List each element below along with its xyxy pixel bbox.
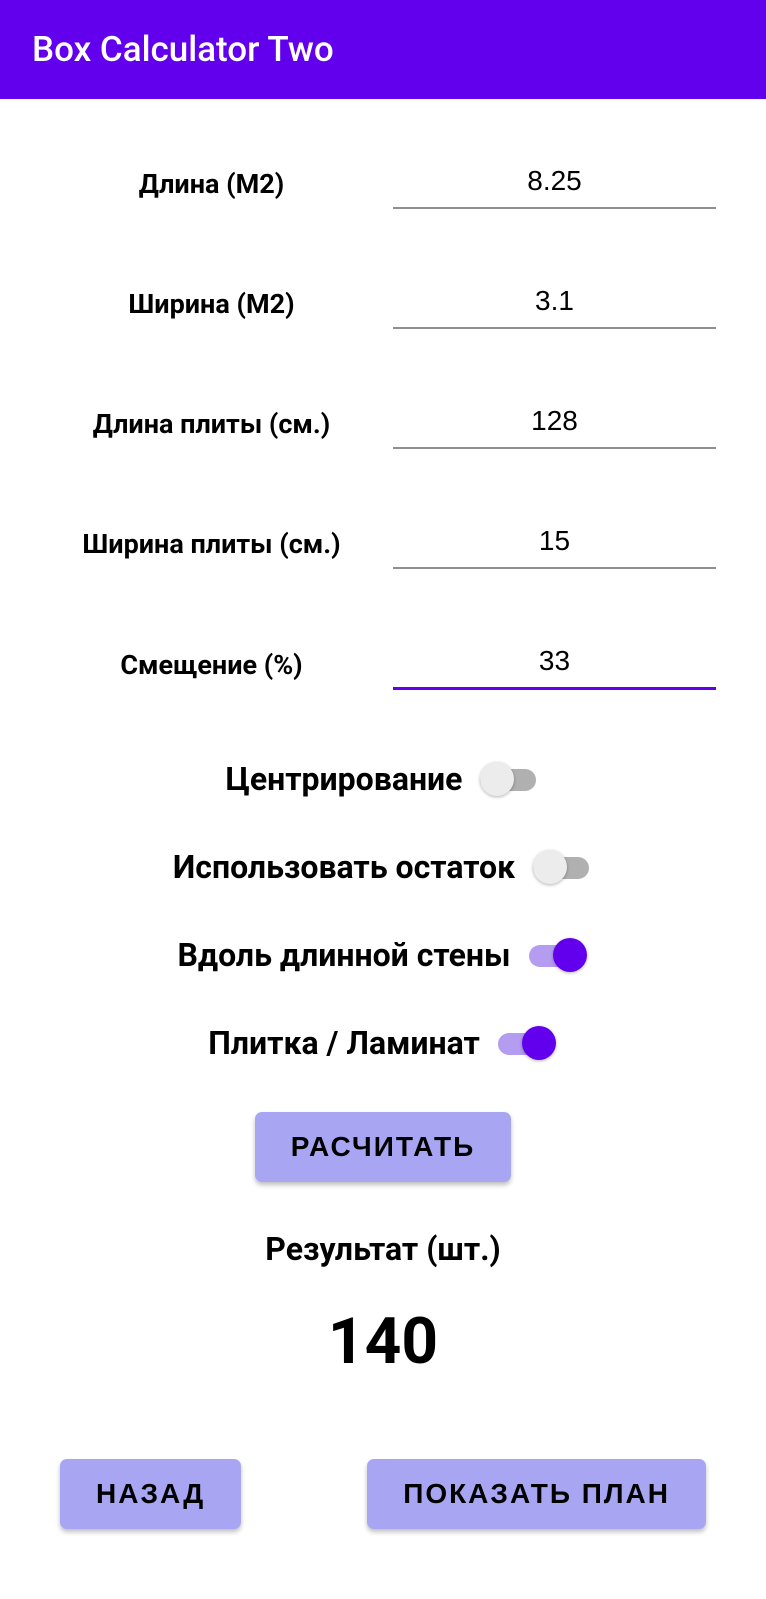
show-plan-button[interactable]: ПОКАЗАТЬ ПЛАН	[367, 1459, 706, 1529]
back-button[interactable]: НАЗАД	[60, 1459, 241, 1529]
result-value: 140	[50, 1304, 716, 1379]
result-label: Результат (шт.)	[50, 1230, 716, 1268]
label-width: Ширина (М2)	[50, 288, 373, 320]
switch-centering[interactable]	[480, 762, 540, 796]
row-length: Длина (М2)	[50, 159, 716, 209]
input-width[interactable]	[393, 279, 716, 329]
row-tile-length: Длина плиты (см.)	[50, 399, 716, 449]
toggle-label-along-long-wall: Вдоль длинной стены	[177, 936, 510, 974]
toggle-row-along-long-wall: Вдоль длинной стены	[50, 936, 716, 974]
bottom-buttons: НАЗАД ПОКАЗАТЬ ПЛАН	[0, 1459, 766, 1529]
toggle-label-centering: Центрирование	[226, 760, 463, 798]
input-offset[interactable]	[393, 639, 716, 690]
label-tile-length: Длина плиты (см.)	[50, 408, 373, 440]
main-content: Длина (М2) Ширина (М2) Длина плиты (см.)…	[0, 99, 766, 1379]
toggle-row-centering: Центрирование	[50, 760, 716, 798]
app-bar: Box Calculator Two	[0, 0, 766, 99]
input-length[interactable]	[393, 159, 716, 209]
toggle-label-use-remainder: Использовать остаток	[173, 848, 515, 886]
app-title: Box Calculator Two	[32, 29, 334, 70]
label-length: Длина (М2)	[50, 168, 373, 200]
label-tile-width: Ширина плиты (см.)	[50, 528, 373, 560]
calculate-button[interactable]: РАСЧИТАТЬ	[255, 1112, 511, 1182]
switch-use-remainder[interactable]	[533, 850, 593, 884]
label-offset: Смещение (%)	[50, 649, 373, 681]
toggle-label-tile-laminate: Плитка / Ламинат	[208, 1024, 480, 1062]
row-tile-width: Ширина плиты (см.)	[50, 519, 716, 569]
input-tile-width[interactable]	[393, 519, 716, 569]
switch-along-long-wall[interactable]	[529, 938, 589, 972]
row-offset: Смещение (%)	[50, 639, 716, 690]
switch-tile-laminate[interactable]	[498, 1026, 558, 1060]
toggle-row-tile-laminate: Плитка / Ламинат	[50, 1024, 716, 1062]
toggle-row-use-remainder: Использовать остаток	[50, 848, 716, 886]
input-tile-length[interactable]	[393, 399, 716, 449]
switch-thumb	[553, 938, 587, 972]
row-width: Ширина (М2)	[50, 279, 716, 329]
switch-thumb	[533, 850, 567, 884]
switch-thumb	[522, 1026, 556, 1060]
